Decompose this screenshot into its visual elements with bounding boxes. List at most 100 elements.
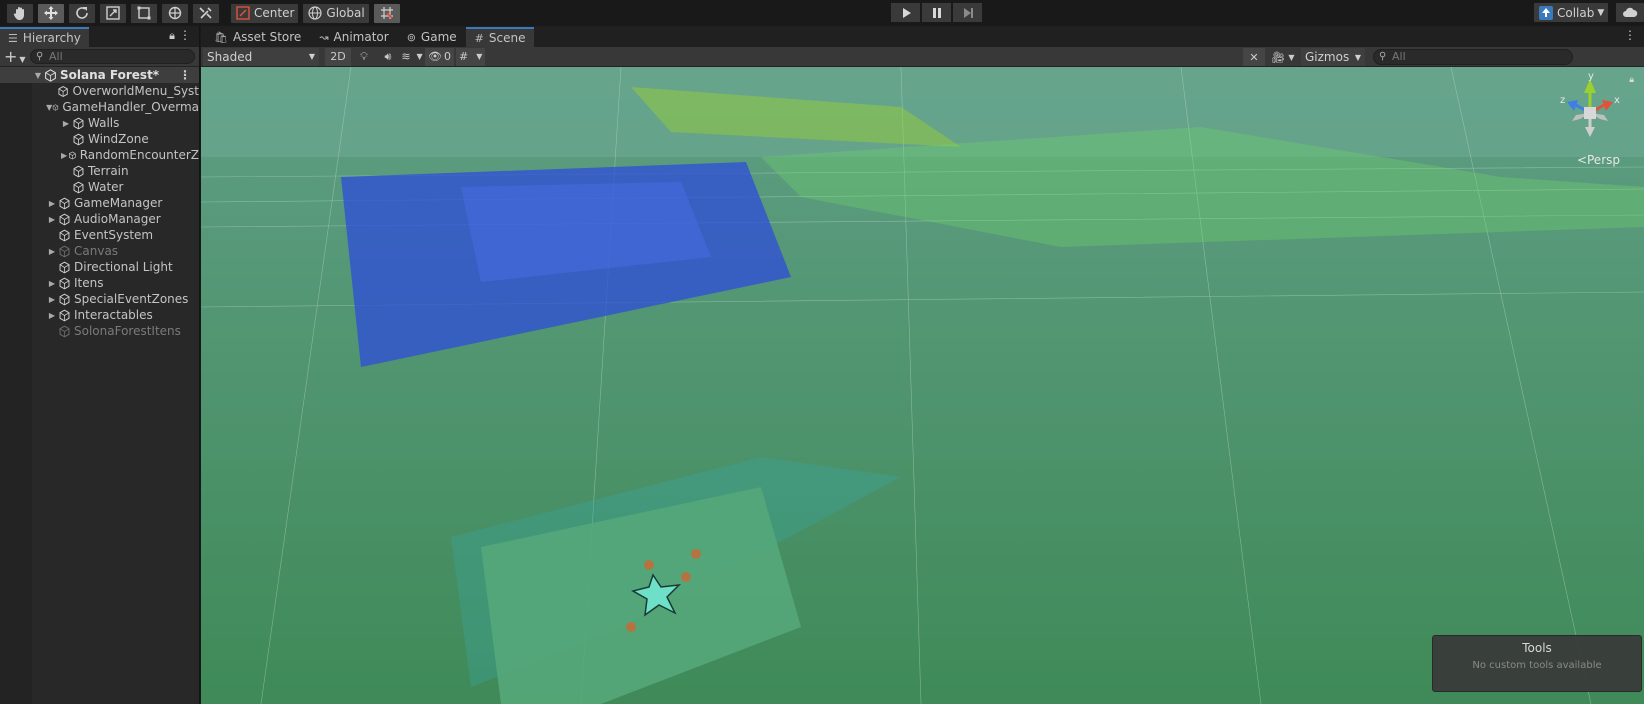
shading-mode-dropdown[interactable]: Shaded ▼: [203, 47, 319, 66]
panel-menu-icon[interactable]: ⋮: [1624, 28, 1636, 42]
collapse-arrow-icon[interactable]: ▶: [46, 295, 58, 304]
hierarchy-item[interactable]: ▶ RandomEncounterZ: [0, 147, 199, 163]
axis-x-label: x: [1614, 95, 1620, 106]
tab-animator[interactable]: ↝ Animator: [310, 27, 397, 47]
grid-visibility-dropdown[interactable]: # ▼: [455, 47, 486, 66]
hierarchy-item[interactable]: OverworldMenu_Syst: [0, 83, 199, 99]
cloud-icon: [1623, 7, 1638, 17]
expand-arrow-icon[interactable]: ▼: [32, 71, 44, 80]
rotate-tool-button[interactable]: [68, 2, 96, 24]
hierarchy-item[interactable]: Directional Light: [0, 259, 199, 275]
hierarchy-item-label: EventSystem: [74, 228, 154, 242]
effects-dropdown-button[interactable]: ≋ ▼: [401, 48, 423, 66]
item-pickup: [644, 560, 654, 570]
collab-button[interactable]: Collab ▼: [1533, 2, 1610, 23]
collapse-arrow-icon[interactable]: ▶: [46, 199, 58, 208]
hierarchy-tree: ▼ Solana Forest* ⋮ OverworldMenu_Syst ▼ Ga…: [0, 67, 199, 339]
cloud-button[interactable]: [1615, 2, 1644, 23]
grid-icon: #: [474, 31, 484, 45]
hierarchy-item[interactable]: WindZone: [0, 131, 199, 147]
collapse-arrow-icon[interactable]: ▶: [60, 119, 72, 128]
collapse-arrow-icon[interactable]: ▶: [46, 311, 58, 320]
pause-icon: [932, 7, 941, 18]
hierarchy-item[interactable]: SolonaForestItens: [0, 323, 199, 339]
scene-search-input[interactable]: ⚲ All: [1373, 49, 1573, 65]
play-button[interactable]: [890, 2, 921, 23]
panel-menu-icon[interactable]: ⋮: [179, 28, 191, 42]
hierarchy-item[interactable]: ▶ Walls: [0, 115, 199, 131]
hierarchy-item[interactable]: ▼ GameHandler_Overma: [0, 99, 199, 115]
gameobject-cube-icon: [59, 213, 70, 225]
hierarchy-item[interactable]: ▶ SpecialEventZones: [0, 291, 199, 307]
pause-button[interactable]: [921, 2, 952, 23]
collapse-arrow-icon[interactable]: ▶: [60, 151, 68, 160]
item-pickup: [691, 549, 701, 559]
step-button[interactable]: [952, 2, 983, 23]
scene-search-placeholder: All: [1392, 50, 1406, 63]
custom-tool-button[interactable]: [192, 2, 220, 24]
gameobject-cube-icon: [59, 229, 70, 241]
hand-icon: [13, 7, 24, 20]
rect-tool-button[interactable]: [130, 2, 158, 24]
pivot-space-button[interactable]: Global: [302, 2, 370, 24]
hierarchy-item[interactable]: ▶ Interactables: [0, 307, 199, 323]
gameobject-cube-icon: [59, 293, 70, 305]
gameobject-cube-icon: [73, 133, 84, 145]
hand-tool-button[interactable]: [6, 2, 34, 24]
hierarchy-item[interactable]: EventSystem: [0, 227, 199, 243]
hierarchy-item-label: RandomEncounterZ: [79, 148, 199, 162]
lighting-toggle-button[interactable]: 💡︎: [353, 48, 375, 66]
tab-asset-store[interactable]: 🛍︎ Asset Store: [205, 27, 310, 47]
gameobject-cube-icon: [58, 85, 69, 97]
gizmo-lock-icon[interactable]: 🔒︎: [1629, 75, 1634, 85]
create-dropdown-button[interactable]: + ▼: [4, 47, 30, 66]
2d-mode-button[interactable]: 2D: [325, 47, 351, 66]
rotate-icon: [76, 7, 88, 19]
projection-toggle[interactable]: <Persp: [1577, 153, 1620, 167]
collapse-arrow-icon[interactable]: ▶: [46, 215, 58, 224]
hidden-objects-toggle[interactable]: 👁︎ 0: [425, 47, 454, 66]
scale-icon: [106, 6, 120, 20]
tab-game[interactable]: ⊚ Game: [398, 27, 466, 47]
tab-scene[interactable]: # Scene: [465, 27, 535, 47]
gameobject-cube-icon: [59, 245, 70, 257]
chevron-down-icon: ▼: [476, 52, 483, 61]
pivot-mode-button[interactable]: Center: [230, 2, 300, 24]
scene-panel: 🛍︎ Asset Store ↝ Animator ⊚ Game # Scene…: [201, 26, 1644, 704]
pivot-mode-label: Center: [254, 6, 295, 20]
hierarchy-item-label: GameHandler_Overma: [62, 100, 199, 114]
scene-viewport[interactable]: y x z <Persp 🔒︎ Tools No custom tools av…: [201, 67, 1644, 704]
collab-label: Collab: [1557, 5, 1595, 20]
hierarchy-item[interactable]: Terrain: [0, 163, 199, 179]
main-toolbar: Center Global Collab ▼: [0, 0, 1644, 26]
orientation-gizmo[interactable]: y x z: [1558, 73, 1622, 153]
hierarchy-search-row: + ▼ ⚲ All: [0, 47, 199, 67]
pivot-center-icon: [236, 6, 250, 20]
gizmos-dropdown[interactable]: Gizmos ▼: [1301, 48, 1365, 66]
collapse-arrow-icon[interactable]: ▶: [46, 247, 58, 256]
collapse-arrow-icon[interactable]: ▶: [46, 279, 58, 288]
hierarchy-item[interactable]: ▶ AudioManager: [0, 211, 199, 227]
hierarchy-search-input[interactable]: ⚲ All: [30, 49, 195, 64]
lock-icon[interactable]: 🔒︎: [169, 29, 175, 43]
hierarchy-item[interactable]: ▶ Canvas: [0, 243, 199, 259]
hierarchy-item[interactable]: ▶ GameManager: [0, 195, 199, 211]
hierarchy-item[interactable]: ▶ Itens: [0, 275, 199, 291]
tab-asset-store-label: Asset Store: [232, 30, 302, 44]
grid-snap-button[interactable]: [372, 2, 401, 24]
hierarchy-item-label: SolonaForestItens: [74, 324, 181, 338]
gameobject-cube-icon: [59, 277, 70, 289]
move-tool-button[interactable]: [37, 2, 65, 24]
hierarchy-item[interactable]: Water: [0, 179, 199, 195]
hierarchy-panel: ☰ Hierarchy 🔒︎ ⋮ + ▼ ⚲ All ▼ Solana Fores…: [0, 26, 200, 704]
scale-tool-button[interactable]: [99, 2, 127, 24]
hierarchy-item-label: Itens: [74, 276, 104, 290]
tab-hierarchy[interactable]: ☰ Hierarchy: [0, 27, 89, 47]
audio-toggle-button[interactable]: 🔊︎: [377, 48, 399, 66]
scene-menu-icon[interactable]: ⋮: [179, 68, 191, 82]
tool-settings-button[interactable]: ✕: [1243, 48, 1265, 66]
chevron-down-icon: ▼: [1597, 7, 1605, 18]
scene-root-row[interactable]: ▼ Solana Forest* ⋮: [0, 67, 199, 83]
transform-tool-button[interactable]: [161, 2, 189, 24]
camera-settings-dropdown[interactable]: 🎥︎ ▼: [1267, 48, 1299, 66]
